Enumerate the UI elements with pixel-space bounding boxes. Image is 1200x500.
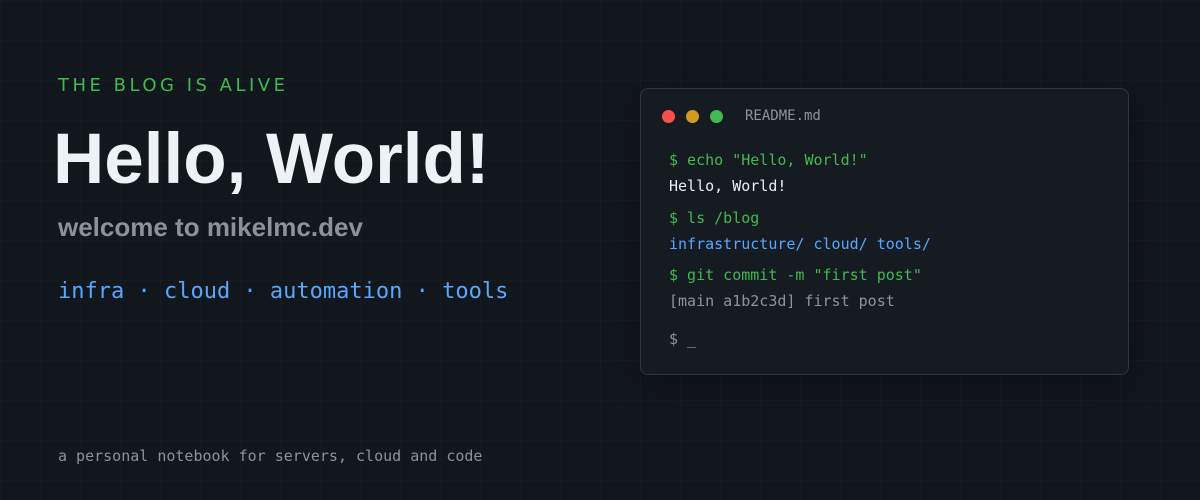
- terminal-prompt[interactable]: $ _: [669, 330, 696, 348]
- terminal-title-bar: README.md: [641, 89, 1128, 145]
- terminal-command-line: $ echo "Hello, World!": [669, 151, 868, 169]
- welcome-subtitle: welcome to mikelmc.dev: [58, 212, 363, 242]
- terminal-output-line: [main a1b2c3d] first post: [669, 292, 895, 310]
- eyebrow-label: THE BLOG IS ALIVE: [58, 75, 289, 96]
- footer-note: a personal notebook for servers, cloud a…: [58, 447, 483, 465]
- terminal-command-line: $ git commit -m "first post": [669, 266, 922, 284]
- terminal-command-line: $ ls /blog: [669, 209, 760, 227]
- page-headline: Hello, World!: [53, 120, 490, 199]
- close-dot-icon[interactable]: [662, 110, 675, 123]
- terminal-output-line: infrastructure/ cloud/ tools/: [669, 235, 931, 253]
- topics-tagline: infra · cloud · automation · tools: [58, 279, 509, 304]
- terminal-title: README.md: [745, 108, 821, 124]
- minimize-dot-icon[interactable]: [686, 110, 699, 123]
- terminal-output-line: Hello, World!: [669, 177, 787, 195]
- terminal-window: README.md $ echo "Hello, World!" Hello, …: [640, 88, 1129, 375]
- maximize-dot-icon[interactable]: [710, 110, 723, 123]
